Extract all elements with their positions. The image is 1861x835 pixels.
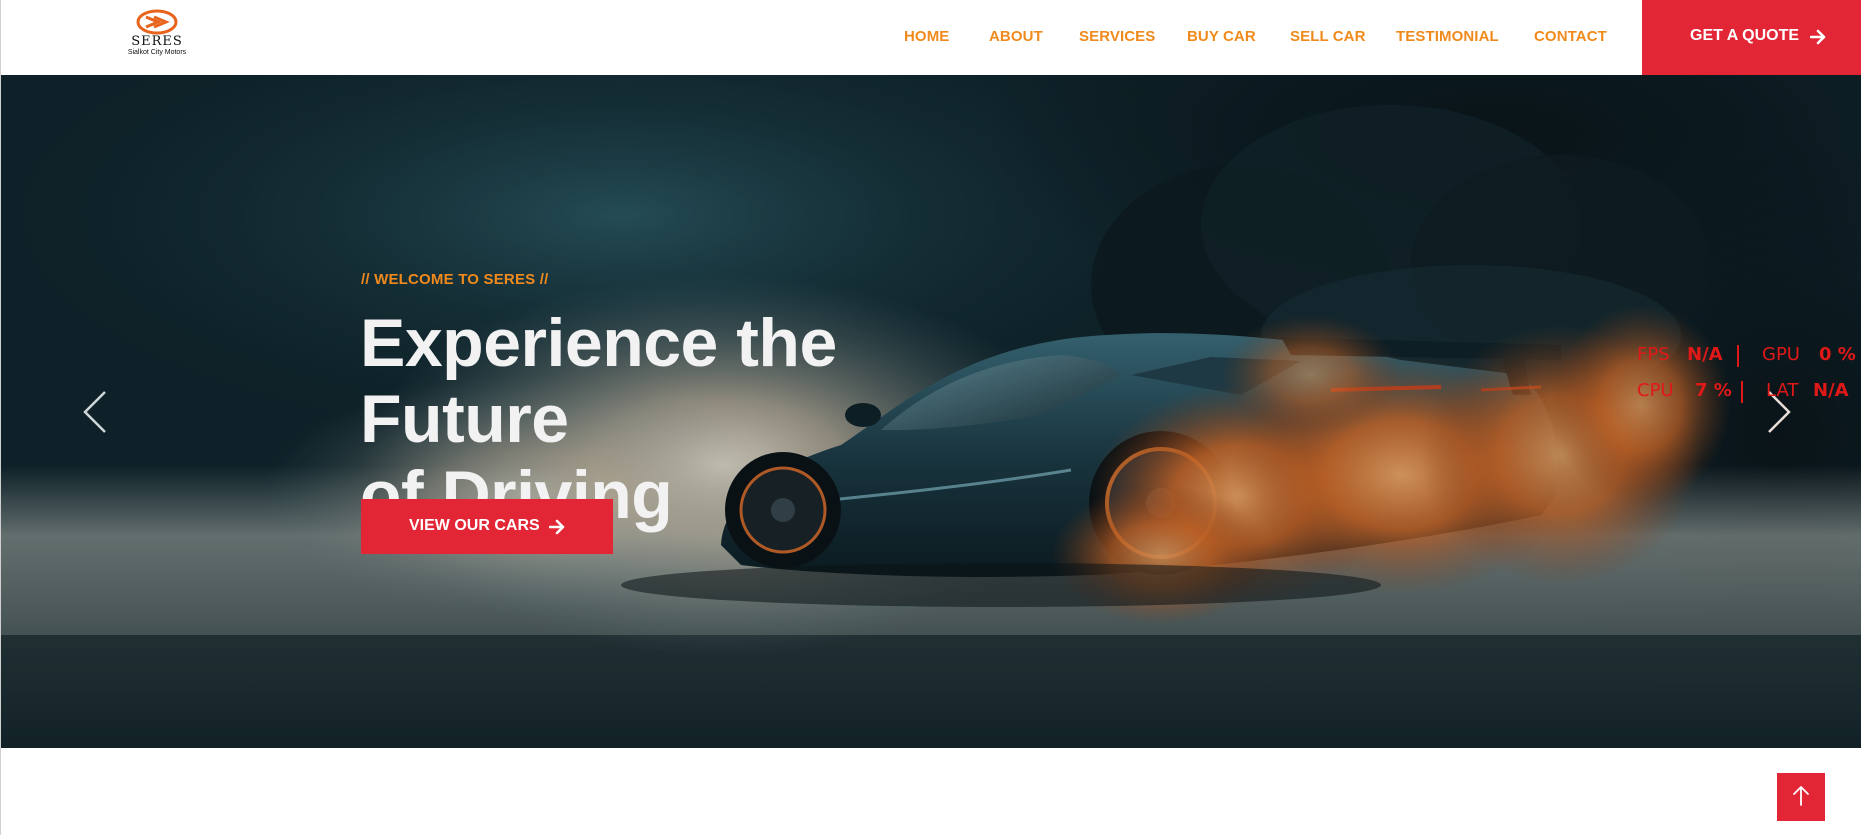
view-our-cars-button[interactable]: VIEW OUR CARS bbox=[361, 499, 613, 554]
brand-logo[interactable]: SERES Sialkot City Motors bbox=[119, 9, 195, 59]
lat-label: LAT bbox=[1766, 380, 1799, 401]
chevron-left-icon[interactable] bbox=[81, 389, 109, 435]
perf-separator bbox=[1741, 381, 1743, 403]
cpu-label: CPU bbox=[1637, 380, 1674, 401]
fps-label: FPS bbox=[1637, 344, 1670, 365]
get-a-quote-label: GET A QUOTE bbox=[1690, 27, 1800, 44]
get-a-quote-button[interactable]: GET A QUOTE bbox=[1642, 0, 1861, 75]
site-header: SERES Sialkot City Motors HOME ABOUT SER… bbox=[0, 0, 1861, 75]
nav-sell-car[interactable]: SELL CAR bbox=[1290, 28, 1366, 45]
arrow-up-icon bbox=[1793, 786, 1809, 806]
hero-carousel: // WELCOME TO SERES // Experience the Fu… bbox=[0, 75, 1861, 748]
brand-name: SERES bbox=[131, 34, 183, 49]
cpu-value: 7 % bbox=[1695, 380, 1732, 401]
nav-about[interactable]: ABOUT bbox=[989, 28, 1043, 45]
content-section bbox=[0, 748, 1861, 835]
lat-value: N/A bbox=[1813, 380, 1849, 401]
back-to-top-button[interactable] bbox=[1777, 773, 1825, 821]
view-our-cars-label: VIEW OUR CARS bbox=[409, 517, 540, 534]
gpu-label: GPU bbox=[1762, 344, 1800, 365]
nav-buy-car[interactable]: BUY CAR bbox=[1187, 28, 1256, 45]
nav-services[interactable]: SERVICES bbox=[1079, 28, 1155, 45]
brand-logo-icon bbox=[136, 9, 178, 35]
arrow-right-icon bbox=[549, 519, 565, 535]
nav-testimonial[interactable]: TESTIMONIAL bbox=[1396, 28, 1499, 45]
nav-contact[interactable]: CONTACT bbox=[1534, 28, 1607, 45]
fps-value: N/A bbox=[1687, 344, 1723, 365]
brand-tagline: Sialkot City Motors bbox=[127, 49, 187, 56]
performance-overlay: FPS N/A GPU 0 % CPU 7 % LAT N/A bbox=[1637, 344, 1861, 414]
perf-separator bbox=[1737, 345, 1739, 367]
hero-tagline: // WELCOME TO SERES // bbox=[361, 271, 549, 288]
arrow-right-icon bbox=[1810, 29, 1826, 45]
hero-title-line-1: Experience the Future bbox=[360, 305, 837, 457]
gpu-value: 0 % bbox=[1819, 344, 1856, 365]
nav-home[interactable]: HOME bbox=[904, 28, 949, 45]
